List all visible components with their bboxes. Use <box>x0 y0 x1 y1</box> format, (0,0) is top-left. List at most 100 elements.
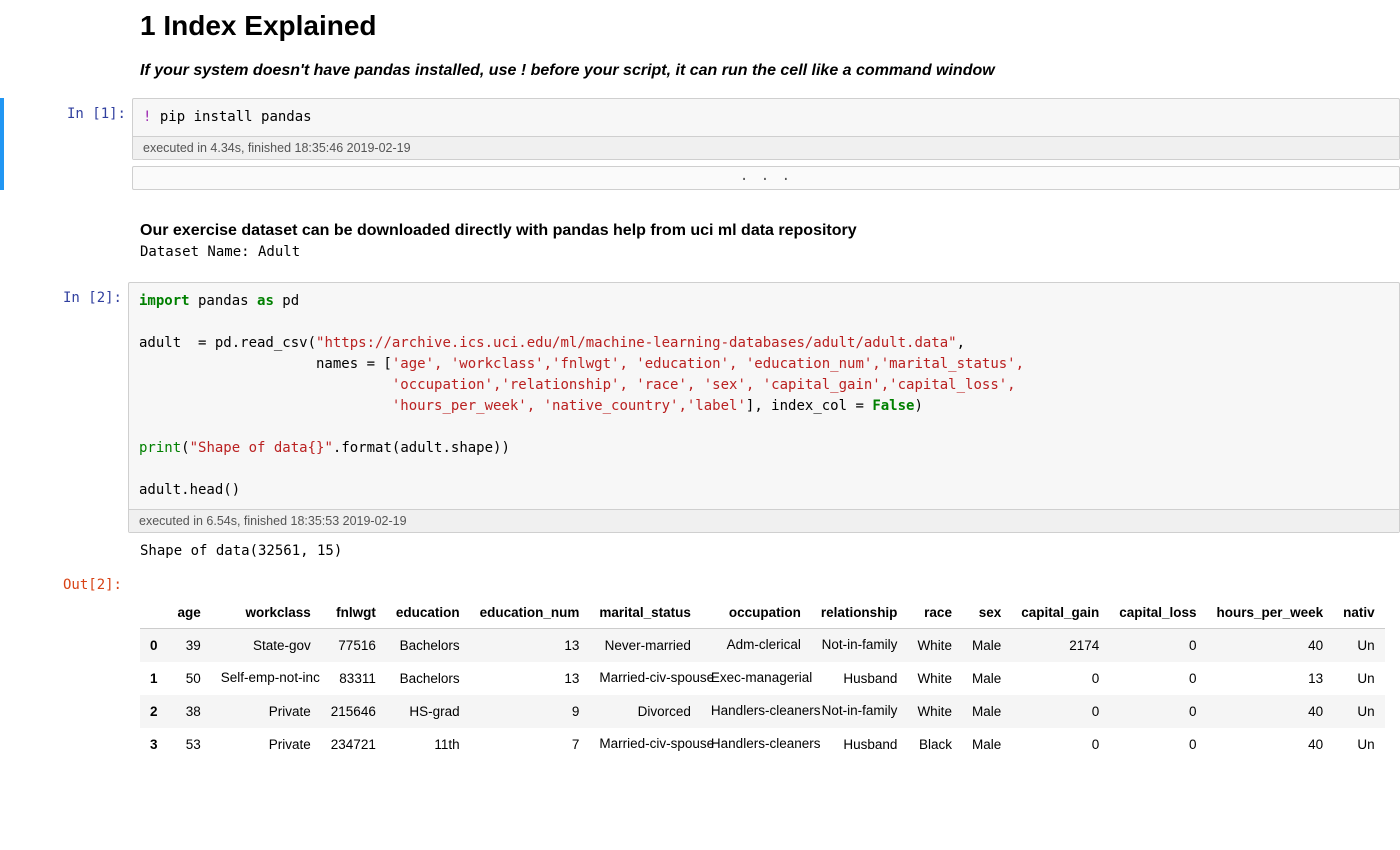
cell: 13 <box>470 662 590 695</box>
col-header: race <box>907 597 962 629</box>
cell: Male <box>962 728 1011 761</box>
col-header: age <box>168 597 211 629</box>
cell: Never-married <box>589 629 701 662</box>
page-title: 1 Index Explained <box>140 10 1400 42</box>
cell-body: ! pip install pandas executed in 4.34s, … <box>132 98 1400 190</box>
markdown-cell-mid: Our exercise dataset can be downloaded d… <box>140 222 1400 260</box>
table-row: 3 53 Private 234721 11th 7 Married-civ-s… <box>140 728 1385 761</box>
code-text: ) <box>914 398 922 414</box>
code-text: adult.head() <box>139 482 240 498</box>
cell: Not-in-family <box>811 629 908 662</box>
cell: Private <box>211 695 321 728</box>
code-text: pip install pandas <box>151 109 311 125</box>
string-literal: 'hours_per_week', 'native_country','labe… <box>392 398 746 414</box>
input-prompt: In [1]: <box>4 98 132 122</box>
col-header: capital_loss <box>1109 597 1206 629</box>
code-block[interactable]: ! pip install pandas <box>133 99 1399 136</box>
cell: 40 <box>1207 728 1334 761</box>
code-text: pd <box>274 293 299 309</box>
output-cell-2: Out[2]: <box>0 569 1400 593</box>
code-text: adult = pd.read_csv( <box>139 335 316 351</box>
execution-footer: executed in 4.34s, finished 18:35:46 201… <box>133 136 1399 159</box>
cell: 11th <box>386 728 470 761</box>
cell: 9 <box>470 695 590 728</box>
cell: 215646 <box>321 695 386 728</box>
code-text: pandas <box>190 293 257 309</box>
string-literal: "Shape of data{}" <box>190 440 333 456</box>
cell: Bachelors <box>386 662 470 695</box>
table-row: 1 50 Self-emp-not-inc 83311 Bachelors 13… <box>140 662 1385 695</box>
cell: Male <box>962 695 1011 728</box>
cell: White <box>907 662 962 695</box>
string-literal: "https://archive.ics.uci.edu/ml/machine-… <box>316 335 957 351</box>
cell: White <box>907 629 962 662</box>
cell: HS-grad <box>386 695 470 728</box>
cell: 40 <box>1207 695 1334 728</box>
code-text <box>139 377 392 393</box>
cell: Un <box>1333 695 1385 728</box>
kw-import: import <box>139 293 190 309</box>
cell: 0 <box>1011 728 1109 761</box>
markdown-cell-heading: 1 Index Explained If your system doesn't… <box>140 10 1400 80</box>
cell-body: import pandas as pd adult = pd.read_csv(… <box>128 282 1400 533</box>
cell: State-gov <box>211 629 321 662</box>
row-index: 2 <box>140 695 168 728</box>
string-literal: 'occupation','relationship', 'race', 'se… <box>392 377 1016 393</box>
cell: 40 <box>1207 629 1334 662</box>
cell: Male <box>962 629 1011 662</box>
code-text: .format(adult.shape)) <box>333 440 510 456</box>
col-header: capital_gain <box>1011 597 1109 629</box>
const-false: False <box>872 398 914 414</box>
table-row: 2 38 Private 215646 HS-grad 9 Divorced H… <box>140 695 1385 728</box>
builtin-print: print <box>139 440 181 456</box>
cell: Un <box>1333 662 1385 695</box>
cell: Handlers-cleaners <box>701 695 811 728</box>
output-prompt: Out[2]: <box>0 569 128 593</box>
cell: 53 <box>168 728 211 761</box>
code-text <box>139 398 392 414</box>
cell: 50 <box>168 662 211 695</box>
cell: Married-civ-spouse <box>589 662 701 695</box>
string-literal: 'age', 'workclass','fnlwgt', 'education'… <box>392 356 1024 372</box>
index-header <box>140 597 168 629</box>
dataframe-table: age workclass fnlwgt education education… <box>140 597 1385 761</box>
code-input-area[interactable]: ! pip install pandas executed in 4.34s, … <box>132 98 1400 160</box>
col-header: workclass <box>211 597 321 629</box>
cell: Un <box>1333 728 1385 761</box>
cell: 0 <box>1011 695 1109 728</box>
col-header: relationship <box>811 597 908 629</box>
cell: 0 <box>1109 728 1206 761</box>
cell: Self-emp-not-inc <box>211 662 321 695</box>
cell: Married-civ-spouse <box>589 728 701 761</box>
kw-as: as <box>257 293 274 309</box>
cell: Un <box>1333 629 1385 662</box>
cell: 83311 <box>321 662 386 695</box>
code-input-area[interactable]: import pandas as pd adult = pd.read_csv(… <box>128 282 1400 533</box>
cell: 234721 <box>321 728 386 761</box>
intro-note: If your system doesn't have pandas insta… <box>140 62 1400 80</box>
cell: 0 <box>1011 662 1109 695</box>
cell: 0 <box>1109 662 1206 695</box>
code-cell-1[interactable]: In [1]: ! pip install pandas executed in… <box>0 98 1400 190</box>
col-header: fnlwgt <box>321 597 386 629</box>
notebook: 1 Index Explained If your system doesn't… <box>0 0 1400 761</box>
cell: Divorced <box>589 695 701 728</box>
code-block[interactable]: import pandas as pd adult = pd.read_csv(… <box>129 283 1399 509</box>
code-text: names = [ <box>139 356 392 372</box>
cell: 7 <box>470 728 590 761</box>
cell: Handlers-cleaners <box>701 728 811 761</box>
row-index: 1 <box>140 662 168 695</box>
collapsed-output-bar[interactable]: . . . <box>132 166 1400 190</box>
cell: White <box>907 695 962 728</box>
dataframe-wrapper: age workclass fnlwgt education education… <box>140 597 1400 761</box>
cell: 38 <box>168 695 211 728</box>
cell: Adm-clerical <box>701 629 811 662</box>
col-header: nativ <box>1333 597 1385 629</box>
cell: Male <box>962 662 1011 695</box>
code-text: ], index_col = <box>746 398 872 414</box>
cell: 0 <box>1109 629 1206 662</box>
stdout-output: Shape of data(32561, 15) <box>140 537 1400 569</box>
code-cell-2[interactable]: In [2]: import pandas as pd adult = pd.r… <box>0 282 1400 533</box>
cell: 77516 <box>321 629 386 662</box>
table-header-row: age workclass fnlwgt education education… <box>140 597 1385 629</box>
